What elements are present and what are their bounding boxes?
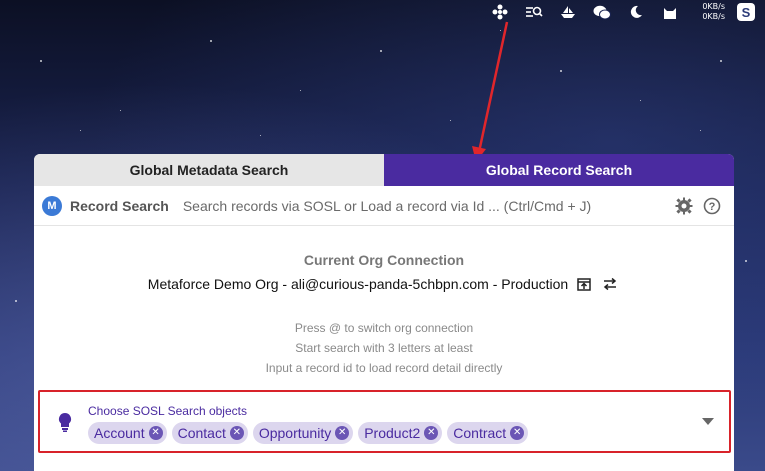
switch-org-icon[interactable] xyxy=(600,274,620,294)
pinwheel-icon[interactable] xyxy=(483,0,517,24)
chip-account[interactable]: Account ✕ xyxy=(88,421,167,444)
moon-icon[interactable] xyxy=(619,0,653,24)
help-question-icon[interactable]: ? xyxy=(700,194,724,218)
search-tabs: Global Metadata Search Global Record Sea… xyxy=(34,154,734,186)
remove-chip-icon[interactable]: ✕ xyxy=(424,425,439,440)
svg-text:?: ? xyxy=(709,201,716,213)
usage-hints: Press @ to switch org connection Start s… xyxy=(34,318,734,378)
tab-global-metadata-search[interactable]: Global Metadata Search xyxy=(34,154,384,186)
org-connection-line: Metaforce Demo Org - ali@curious-panda-5… xyxy=(34,274,734,294)
chip-contact[interactable]: Contact ✕ xyxy=(171,421,248,444)
chip-label: Contact xyxy=(177,424,226,441)
metaforce-logo-icon: M xyxy=(42,195,62,216)
record-search-input[interactable] xyxy=(182,197,668,214)
org-connection-text: Metaforce Demo Org - ali@curious-panda-5… xyxy=(147,276,569,292)
metaforce-panel: Global Metadata Search Global Record Sea… xyxy=(34,154,734,471)
remove-chip-icon[interactable]: ✕ xyxy=(229,425,244,440)
chip-label: Opportunity xyxy=(258,424,332,441)
chip-label: Contract xyxy=(453,424,507,441)
remove-chip-icon[interactable]: ✕ xyxy=(148,425,163,440)
boat-icon[interactable] xyxy=(551,0,585,24)
org-connection-title: Current Org Connection xyxy=(303,252,465,268)
chip-product2[interactable]: Product2 ✕ xyxy=(358,421,443,444)
menu-bar: 0KB/s 0KB/s S xyxy=(0,0,765,24)
tab-global-record-search[interactable]: Global Record Search xyxy=(384,154,734,186)
cat-icon[interactable] xyxy=(653,0,687,24)
chip-contract[interactable]: Contract ✕ xyxy=(447,421,529,444)
record-search-bar: M Record Search ? xyxy=(34,186,734,226)
record-search-icon[interactable] xyxy=(517,0,551,24)
hint-line: Press @ to switch org connection xyxy=(294,321,474,335)
net-upload-speed: 0KB/s xyxy=(702,2,725,11)
hint-line: Input a record id to load record detail … xyxy=(265,361,503,375)
sosl-object-chips: Account ✕ Contact ✕ Opportunity ✕ Produc… xyxy=(88,421,693,444)
hint-line: Start search with 3 letters at least xyxy=(295,341,473,355)
sosl-field: Choose SOSL Search objects Account ✕ Con… xyxy=(88,400,693,444)
lightbulb-icon xyxy=(54,411,76,433)
org-info-section: Current Org Connection Metaforce Demo Or… xyxy=(34,252,734,378)
app-s-icon[interactable]: S xyxy=(737,3,755,21)
sosl-object-selector[interactable]: Choose SOSL Search objects Account ✕ Con… xyxy=(38,390,731,453)
open-org-icon[interactable] xyxy=(574,274,594,294)
chip-opportunity[interactable]: Opportunity ✕ xyxy=(252,421,354,444)
chip-label: Product2 xyxy=(364,424,421,441)
chip-label: Account xyxy=(94,424,145,441)
net-download-speed: 0KB/s xyxy=(702,12,725,21)
sosl-field-label: Choose SOSL Search objects xyxy=(88,403,247,418)
network-speed: 0KB/s 0KB/s xyxy=(687,0,731,24)
remove-chip-icon[interactable]: ✕ xyxy=(335,425,350,440)
wechat-icon[interactable] xyxy=(585,0,619,24)
settings-gear-icon[interactable] xyxy=(672,194,696,218)
record-search-label: Record Search xyxy=(70,197,169,214)
dropdown-caret-icon[interactable] xyxy=(693,407,723,437)
remove-chip-icon[interactable]: ✕ xyxy=(510,425,525,440)
